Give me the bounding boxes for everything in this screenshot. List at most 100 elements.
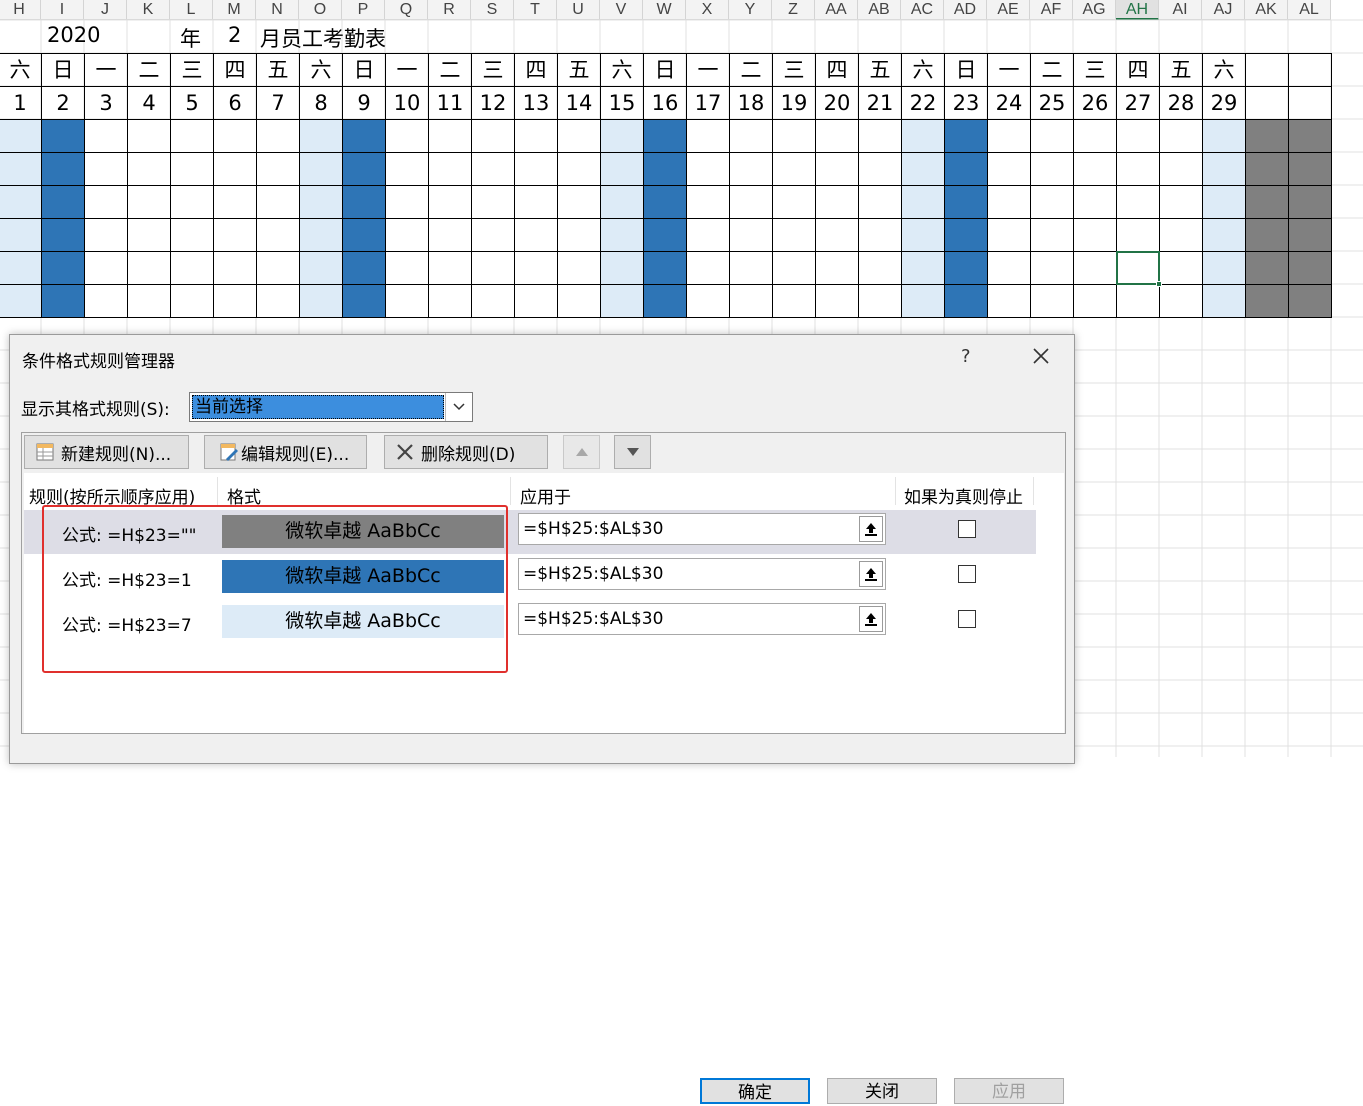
attendance-cell[interactable]: [686, 251, 730, 285]
attendance-cell[interactable]: [514, 185, 558, 219]
attendance-cell[interactable]: [299, 185, 343, 219]
attendance-cell[interactable]: [729, 119, 773, 153]
date-cell[interactable]: 14: [557, 86, 601, 120]
attendance-cell[interactable]: [557, 251, 601, 285]
attendance-cell[interactable]: [1245, 251, 1289, 285]
attendance-cell[interactable]: [1030, 119, 1074, 153]
attendance-cell[interactable]: [1073, 218, 1117, 252]
attendance-cell[interactable]: [858, 218, 902, 252]
attendance-cell[interactable]: [1073, 152, 1117, 186]
attendance-cell[interactable]: [1073, 251, 1117, 285]
attendance-cell[interactable]: [127, 152, 171, 186]
edit-rule-button[interactable]: 编辑规则(E)...: [204, 435, 367, 469]
attendance-cell[interactable]: [901, 218, 945, 252]
attendance-cell[interactable]: [987, 185, 1031, 219]
attendance-cell[interactable]: [944, 119, 988, 153]
attendance-cell[interactable]: [170, 185, 214, 219]
collapse-dialog-icon[interactable]: [859, 561, 883, 587]
ok-button[interactable]: 确定: [700, 1078, 810, 1104]
attendance-cell[interactable]: [858, 185, 902, 219]
attendance-cell[interactable]: [1288, 152, 1332, 186]
stop-if-true-checkbox[interactable]: [958, 610, 976, 628]
date-cell[interactable]: 20: [815, 86, 859, 120]
attendance-cell[interactable]: [299, 284, 343, 318]
attendance-cell[interactable]: [41, 152, 85, 186]
date-cell[interactable]: 3: [84, 86, 128, 120]
weekday-cell[interactable]: 六: [299, 53, 343, 87]
attendance-cell[interactable]: [471, 119, 515, 153]
attendance-cell[interactable]: [256, 218, 300, 252]
date-cell[interactable]: 15: [600, 86, 644, 120]
attendance-cell[interactable]: [901, 152, 945, 186]
attendance-cell[interactable]: [987, 152, 1031, 186]
attendance-cell[interactable]: [385, 251, 429, 285]
attendance-cell[interactable]: [729, 218, 773, 252]
weekday-cell[interactable]: 一: [987, 53, 1031, 87]
date-cell[interactable]: 25: [1030, 86, 1074, 120]
attendance-cell[interactable]: [557, 218, 601, 252]
date-cell[interactable]: [1288, 86, 1332, 120]
attendance-cell[interactable]: [342, 185, 386, 219]
stop-if-true-checkbox[interactable]: [958, 565, 976, 583]
attendance-cell[interactable]: [170, 284, 214, 318]
weekday-cell[interactable]: 日: [944, 53, 988, 87]
applies-to-field[interactable]: =$H$25:$AL$30: [518, 558, 886, 590]
new-rule-button[interactable]: 新建规则(N)...: [24, 435, 189, 469]
weekday-cell[interactable]: 六: [1202, 53, 1246, 87]
delete-rule-button[interactable]: 删除规则(D): [384, 435, 548, 469]
attendance-cell[interactable]: [944, 185, 988, 219]
attendance-cell[interactable]: [299, 218, 343, 252]
weekday-cell[interactable]: 二: [127, 53, 171, 87]
attendance-cell[interactable]: [385, 185, 429, 219]
close-icon[interactable]: [1028, 343, 1054, 369]
date-cell[interactable]: 12: [471, 86, 515, 120]
attendance-cell[interactable]: [1159, 284, 1203, 318]
attendance-cell[interactable]: [1288, 284, 1332, 318]
attendance-cell[interactable]: [901, 251, 945, 285]
attendance-cell[interactable]: [987, 119, 1031, 153]
attendance-cell[interactable]: [858, 251, 902, 285]
attendance-cell[interactable]: [944, 251, 988, 285]
attendance-cell[interactable]: [342, 251, 386, 285]
attendance-cell[interactable]: [127, 251, 171, 285]
attendance-cell[interactable]: [600, 119, 644, 153]
attendance-cell[interactable]: [0, 218, 42, 252]
attendance-cell[interactable]: [600, 152, 644, 186]
attendance-cell[interactable]: [600, 185, 644, 219]
attendance-cell[interactable]: [772, 152, 816, 186]
date-cell[interactable]: 26: [1073, 86, 1117, 120]
date-cell[interactable]: 23: [944, 86, 988, 120]
attendance-cell[interactable]: [1159, 152, 1203, 186]
attendance-cell[interactable]: [170, 251, 214, 285]
attendance-cell[interactable]: [342, 284, 386, 318]
date-cell[interactable]: 13: [514, 86, 558, 120]
attendance-cell[interactable]: [815, 251, 859, 285]
date-cell[interactable]: 28: [1159, 86, 1203, 120]
attendance-cell[interactable]: [84, 119, 128, 153]
attendance-cell[interactable]: [1202, 251, 1246, 285]
weekday-cell[interactable]: [1245, 53, 1289, 87]
attendance-cell[interactable]: [1245, 152, 1289, 186]
attendance-cell[interactable]: [256, 284, 300, 318]
attendance-cell[interactable]: [84, 284, 128, 318]
attendance-cell[interactable]: [299, 152, 343, 186]
weekday-cell[interactable]: 五: [256, 53, 300, 87]
help-button[interactable]: ?: [961, 346, 971, 367]
close-button[interactable]: 关闭: [827, 1078, 937, 1104]
attendance-cell[interactable]: [213, 152, 257, 186]
attendance-cell[interactable]: [385, 218, 429, 252]
weekday-cell[interactable]: 二: [729, 53, 773, 87]
attendance-cell[interactable]: [41, 251, 85, 285]
move-down-button[interactable]: [614, 435, 651, 469]
attendance-cell[interactable]: [1073, 284, 1117, 318]
weekday-cell[interactable]: 三: [471, 53, 515, 87]
attendance-cell[interactable]: [1116, 185, 1160, 219]
attendance-cell[interactable]: [772, 251, 816, 285]
attendance-cell[interactable]: [514, 152, 558, 186]
attendance-cell[interactable]: [686, 284, 730, 318]
attendance-cell[interactable]: [1202, 218, 1246, 252]
attendance-cell[interactable]: [514, 251, 558, 285]
attendance-cell[interactable]: [987, 251, 1031, 285]
attendance-cell[interactable]: [170, 119, 214, 153]
collapse-dialog-icon[interactable]: [859, 606, 883, 632]
